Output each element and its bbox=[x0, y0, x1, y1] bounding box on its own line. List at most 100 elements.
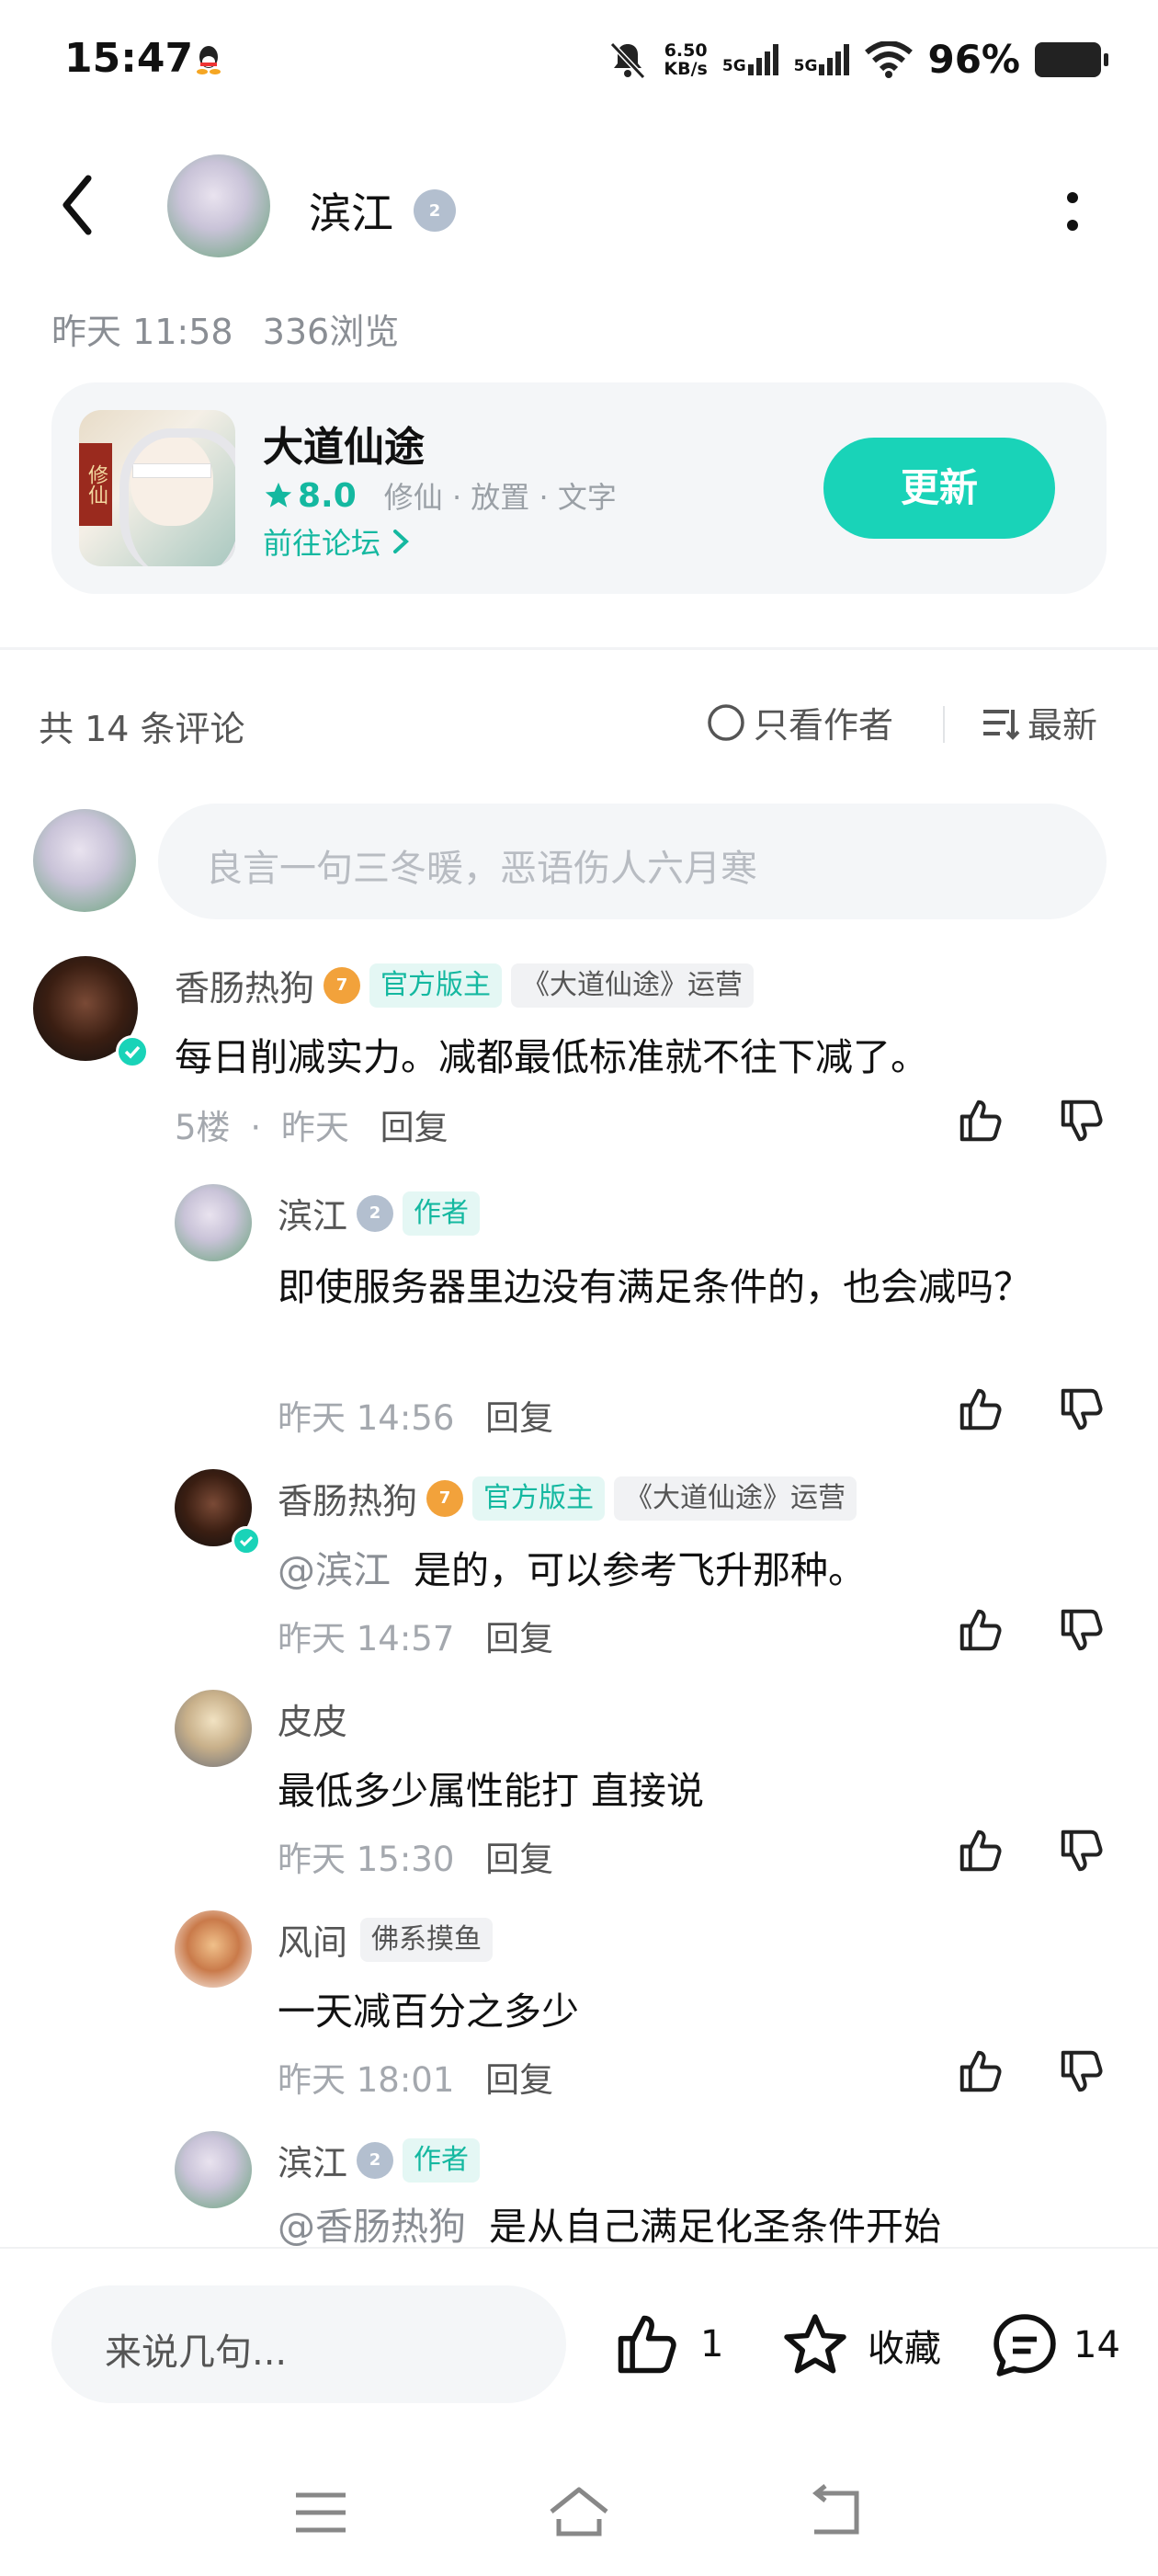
sort-button[interactable]: 最新 bbox=[980, 697, 1097, 747]
reply-avatar[interactable] bbox=[175, 1690, 252, 1767]
comments-button[interactable]: 14 bbox=[989, 2309, 1120, 2381]
replier-name[interactable]: 滨江 bbox=[278, 2135, 347, 2185]
thumbs-down-icon[interactable] bbox=[1057, 1385, 1107, 1434]
reply-button[interactable]: 回复 bbox=[485, 1619, 553, 1658]
reply-button[interactable]: 回复 bbox=[485, 1398, 553, 1438]
comment-count: 共 14 条评论 bbox=[39, 709, 245, 749]
reply-header: 滨江 2 作者 bbox=[278, 2135, 481, 2185]
replier-name[interactable]: 滨江 bbox=[278, 1188, 347, 1238]
thumbs-down-icon[interactable] bbox=[1057, 1096, 1107, 1146]
reply-meta: 昨天 18:01 回复 bbox=[278, 2052, 553, 2102]
game-card[interactable]: 修仙 大道仙途 8.0 修仙 · 放置 · 文字 前往论坛 更新 bbox=[51, 382, 1107, 594]
thumbs-down-icon[interactable] bbox=[1057, 2046, 1107, 2096]
signal-icon-2: 5G bbox=[794, 43, 851, 75]
reply-meta: 昨天 14:56 回复 bbox=[278, 1390, 553, 1440]
status-time: 15:47 bbox=[64, 35, 194, 82]
star-icon bbox=[265, 482, 292, 507]
menu-icon bbox=[296, 2492, 346, 2533]
more-options-button[interactable] bbox=[1059, 184, 1086, 243]
reply-button[interactable]: 回复 bbox=[485, 1840, 553, 1879]
wifi-icon bbox=[865, 40, 914, 78]
thumbs-down-icon[interactable] bbox=[1057, 1826, 1107, 1875]
back-button[interactable] bbox=[59, 173, 96, 241]
battery-icon bbox=[1035, 41, 1108, 77]
thumbs-up-icon[interactable] bbox=[956, 2046, 1005, 2096]
level-badge-icon: 2 bbox=[357, 2141, 394, 2179]
author-name[interactable]: 滨江 bbox=[309, 180, 393, 241]
author-tag: 作者 bbox=[403, 2137, 481, 2183]
comment-total: 14 bbox=[1073, 2324, 1120, 2366]
verified-badge-icon bbox=[116, 1035, 149, 1068]
sort-label: 最新 bbox=[1027, 705, 1098, 746]
net-speed: 6.50 KB/s bbox=[664, 40, 708, 79]
comment-input[interactable]: 良言一句三冬暖，恶语伤人六月寒 bbox=[158, 804, 1107, 919]
home-nav-button[interactable] bbox=[546, 2484, 612, 2543]
status-icons: 6.50 KB/s 5G 5G 96% bbox=[607, 37, 1108, 82]
home-icon bbox=[550, 2487, 608, 2536]
reply-time: 昨天 18:01 bbox=[278, 2060, 455, 2100]
menu-nav-button[interactable] bbox=[292, 2490, 349, 2539]
reply-header: 皮皮 bbox=[278, 1693, 347, 1744]
back-arrow-icon bbox=[812, 2484, 859, 2535]
author-avatar[interactable] bbox=[167, 154, 270, 257]
user-title-tag: 佛系摸鱼 bbox=[360, 1917, 494, 1962]
moderator-tag: 官方版主 bbox=[472, 1476, 606, 1521]
my-avatar bbox=[33, 809, 136, 912]
battery-percent: 96% bbox=[927, 37, 1020, 82]
reply-header: 滨江 2 作者 bbox=[278, 1188, 481, 1238]
thumbs-down-icon[interactable] bbox=[1057, 1605, 1107, 1655]
sort-icon bbox=[983, 709, 1020, 740]
reply-button[interactable]: 回复 bbox=[485, 2060, 553, 2100]
commenter-name[interactable]: 香肠热狗 bbox=[175, 960, 314, 1010]
section-divider bbox=[0, 647, 1158, 650]
forum-link-label: 前往论坛 bbox=[263, 526, 381, 561]
replier-name[interactable]: 香肠热狗 bbox=[278, 1473, 417, 1523]
favorite-button[interactable]: 收藏 bbox=[779, 2309, 941, 2381]
qq-icon bbox=[195, 44, 222, 79]
reply-meta: 昨天 14:57 回复 bbox=[278, 1611, 553, 1660]
signal-icon-1: 5G bbox=[722, 43, 779, 75]
replier-name[interactable]: 皮皮 bbox=[278, 1693, 347, 1744]
like-button[interactable]: 1 bbox=[612, 2309, 723, 2379]
post-date: 昨天 11:58 bbox=[51, 312, 233, 352]
thumbs-up-icon[interactable] bbox=[956, 1826, 1005, 1875]
reply-text-row: @香肠热狗 是从自己满足化圣条件开始 bbox=[278, 2201, 1105, 2247]
mute-bell-icon bbox=[610, 41, 646, 79]
reply-avatar[interactable] bbox=[175, 1910, 252, 1988]
game-rating-row: 8.0 修仙 · 放置 · 文字 bbox=[263, 474, 617, 517]
chat-bubble-icon bbox=[993, 2314, 1056, 2377]
back-nav-button[interactable] bbox=[805, 2484, 864, 2543]
role-tag: 《大道仙途》运营 bbox=[511, 963, 755, 1008]
reply-button[interactable]: 回复 bbox=[380, 1108, 448, 1147]
forum-link[interactable]: 前往论坛 bbox=[263, 520, 412, 563]
bottom-comment-input[interactable]: 来说几句... bbox=[51, 2285, 566, 2403]
thumbs-up-icon[interactable] bbox=[956, 1605, 1005, 1655]
reply-avatar[interactable] bbox=[175, 1184, 252, 1261]
vote-buttons bbox=[956, 2046, 1107, 2096]
thumbs-up-icon[interactable] bbox=[956, 1385, 1005, 1434]
role-tag: 《大道仙途》运营 bbox=[614, 1476, 857, 1521]
reply-meta: 昨天 15:30 回复 bbox=[278, 1831, 553, 1881]
reply-text-clip: @香肠热狗 是从自己满足化圣条件开始 bbox=[278, 2201, 1105, 2247]
reply-header: 风间 佛系摸鱼 bbox=[278, 1914, 494, 1965]
mention-link[interactable]: @香肠热狗 bbox=[278, 2205, 466, 2247]
like-count: 1 bbox=[700, 2323, 724, 2365]
game-icon: 修仙 bbox=[79, 410, 235, 566]
game-tags: 修仙 · 放置 · 文字 bbox=[383, 480, 617, 515]
comment-time: 昨天 bbox=[280, 1108, 349, 1147]
game-icon-label: 修仙 bbox=[79, 443, 112, 526]
vote-buttons bbox=[956, 1385, 1107, 1434]
update-button[interactable]: 更新 bbox=[823, 438, 1055, 539]
thumbs-up-icon[interactable] bbox=[956, 1096, 1005, 1146]
mention-link[interactable]: @滨江 bbox=[278, 1548, 391, 1592]
game-name[interactable]: 大道仙途 bbox=[263, 414, 425, 473]
reply-text: 是的，可以参考飞升那种。 bbox=[414, 1548, 867, 1592]
reply-avatar[interactable] bbox=[175, 2131, 252, 2208]
replier-name[interactable]: 风间 bbox=[278, 1914, 347, 1965]
level-badge-icon: 7 bbox=[426, 1479, 464, 1517]
verified-badge-icon bbox=[232, 1526, 261, 1556]
reply-time: 昨天 15:30 bbox=[278, 1840, 455, 1879]
reply-text-row: @滨江 是的，可以参考飞升那种。 bbox=[278, 1541, 1105, 1600]
game-rating: 8.0 bbox=[298, 476, 357, 515]
author-only-toggle[interactable]: 只看作者 bbox=[706, 697, 893, 747]
